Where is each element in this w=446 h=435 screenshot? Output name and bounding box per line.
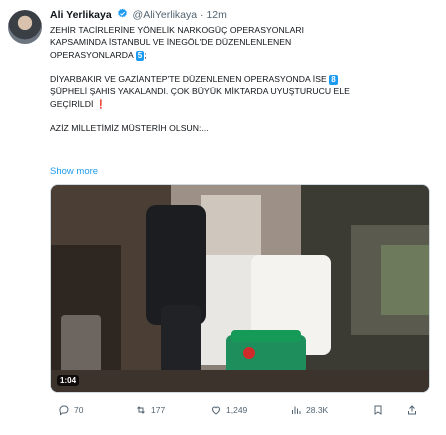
like-count: 1,249 (226, 405, 248, 415)
text-line: GEÇİRİLDİ (50, 98, 94, 109)
video-duration: 1:04 (57, 375, 80, 386)
share-button[interactable] (406, 404, 418, 416)
video-player[interactable]: 1:04 (50, 184, 430, 393)
repost-count: 177 (151, 405, 166, 415)
action-bar: 70 177 1,249 28.3K (50, 404, 428, 420)
views-count: 28.3K (306, 405, 329, 415)
views-button[interactable]: 28.3K (290, 404, 328, 416)
paragraph-2: DİYARBAKIR VE GAZİANTEP'TE DÜZENLENEN OP… (50, 73, 428, 110)
text-line: ŞÜPHELİ ŞAHIS YAKALANDI. ÇOK BÜYÜK MİKTA… (50, 86, 350, 97)
reply-icon (59, 405, 69, 416)
separator-dot: · (200, 9, 204, 21)
text-line: KAPSAMINDA İSTANBUL VE İNEGÖL'DE DÜZENLE… (50, 37, 292, 48)
repost-icon (137, 406, 145, 414)
text-line: ZEHİR TACİRLERİNE YÖNELİK NARKOGÜÇ OPERA… (50, 25, 305, 35)
text-line: DİYARBAKIR VE GAZİANTEP'TE DÜZENLENEN OP… (50, 74, 327, 85)
author-name[interactable]: Ali Yerlikaya (50, 9, 112, 21)
text-line: AZİZ MİLLETİMİZ MÜSTERİH OLSUN:... (50, 123, 209, 134)
text-punct: ; (144, 49, 147, 60)
text-line: OPERASYONLARDA (50, 49, 134, 60)
paragraph-3: AZİZ MİLLETİMİZ MÜSTERİH OLSUN:... (50, 122, 428, 134)
reply-count: 70 (74, 405, 84, 415)
share-icon (408, 405, 416, 415)
like-button[interactable]: 1,249 (210, 404, 247, 416)
bookmark-icon (374, 405, 382, 415)
number-emoji-badge: 5 (135, 50, 145, 61)
tweet-text: ZEHİR TACİRLERİNE YÖNELİK NARKOGÜÇ OPERA… (50, 24, 428, 147)
paragraph-1: ZEHİR TACİRLERİNE YÖNELİK NARKOGÜÇ OPERA… (50, 24, 428, 61)
author-avatar[interactable] (8, 10, 42, 44)
tweet-time[interactable]: 12m (206, 9, 226, 21)
number-emoji-badge: 8 (329, 75, 338, 86)
views-icon (292, 406, 301, 414)
video-frame (51, 185, 429, 392)
reply-button[interactable]: 70 (58, 404, 83, 416)
like-icon (211, 406, 221, 415)
tweet-header: Ali Yerlikaya @AliYerlikaya · 12m (50, 8, 227, 22)
exclamation-emoji: ❗ (95, 98, 107, 109)
verified-badge-icon (117, 8, 127, 18)
repost-button[interactable]: 177 (135, 404, 165, 416)
show-more-link[interactable]: Show more (50, 166, 98, 177)
author-handle[interactable]: @AliYerlikaya (133, 9, 198, 21)
bookmark-button[interactable] (372, 404, 384, 416)
